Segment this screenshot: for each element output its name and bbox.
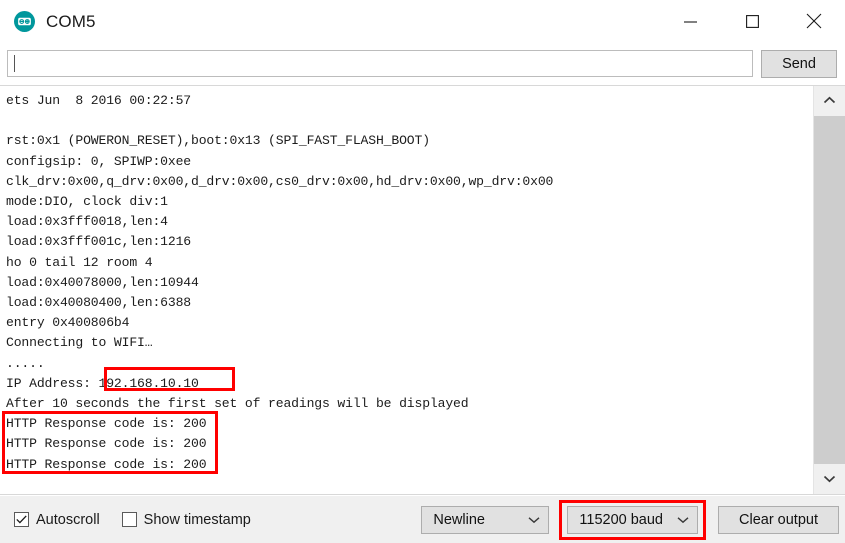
console-line: ..... <box>6 355 45 371</box>
title-bar: COM5 <box>0 0 845 42</box>
autoscroll-checkbox-box <box>14 512 29 527</box>
clear-output-button[interactable]: Clear output <box>718 505 839 534</box>
console-line: mode:DIO, clock div:1 <box>6 194 168 210</box>
console-scrollbar[interactable] <box>813 86 845 494</box>
console-line: ets Jun 8 2016 00:22:57 <box>6 93 191 108</box>
check-icon <box>16 511 27 529</box>
text-caret <box>14 55 15 72</box>
console-line: load:0x40078000,len:10944 <box>6 274 199 290</box>
console-line: clk_drv:0x00,q_drv:0x00,d_drv:0x00,cs0_d… <box>6 173 554 189</box>
console-line: IP Address: 192.168.10.10 <box>6 375 199 391</box>
serial-monitor-window: COM5 Send ets Jun 8 2016 00:22:57 rst:0x… <box>0 0 845 543</box>
show-timestamp-checkbox-box <box>121 512 137 527</box>
console-line: rst:0x1 (POWERON_RESET),boot:0x13 (SPI_F… <box>6 133 430 149</box>
console-line: Connecting to WIFI… <box>6 335 153 351</box>
console-line: load:0x3fff0018,len:4 <box>6 214 168 230</box>
autoscroll-label: Autoscroll <box>36 511 100 528</box>
console-line: load:0x40080400,len:6388 <box>6 295 191 311</box>
window-title: COM5 <box>46 11 96 31</box>
console-line: configsip: 0, SPIWP:0xee <box>6 153 191 169</box>
scrollbar-thumb[interactable] <box>814 116 845 464</box>
baud-rate-value: 115200 baud <box>579 511 663 528</box>
console-line: entry 0x400806b4 <box>6 315 130 331</box>
console-output[interactable]: ets Jun 8 2016 00:22:57 rst:0x1 (POWERON… <box>0 86 813 494</box>
console-line: After 10 seconds the first set of readin… <box>6 396 469 412</box>
window-controls <box>659 0 845 42</box>
maximize-icon <box>745 14 759 28</box>
chevron-down-icon <box>823 470 836 488</box>
baud-rate-dropdown[interactable]: 115200 baud <box>567 505 698 534</box>
chevron-down-icon <box>677 516 689 524</box>
minimize-button[interactable] <box>659 0 721 42</box>
console-line: load:0x3fff001c,len:1216 <box>6 234 191 250</box>
maximize-button[interactable] <box>721 0 783 42</box>
send-button[interactable]: Send <box>761 49 837 78</box>
send-row: Send <box>0 42 845 85</box>
console-line: ho 0 tail 12 room 4 <box>6 254 153 270</box>
bottom-toolbar: Autoscroll Show timestamp Newline 115200… <box>0 496 845 543</box>
console-line: HTTP Response code is: 200 <box>6 416 207 432</box>
chevron-down-icon <box>528 516 540 524</box>
send-input[interactable] <box>7 50 753 77</box>
line-ending-value: Newline <box>433 511 485 528</box>
close-button[interactable] <box>783 0 845 42</box>
close-icon <box>806 13 822 29</box>
arduino-logo-icon <box>14 10 35 32</box>
show-timestamp-checkbox[interactable]: Show timestamp <box>121 511 251 528</box>
baud-rate-annotation-box: 115200 baud <box>559 499 706 540</box>
title-bar-left: COM5 <box>0 0 659 42</box>
show-timestamp-label: Show timestamp <box>143 511 251 528</box>
scrollbar-up-button[interactable] <box>814 86 845 116</box>
line-ending-dropdown[interactable]: Newline <box>421 505 550 534</box>
console-area: ets Jun 8 2016 00:22:57 rst:0x1 (POWERON… <box>0 85 845 495</box>
autoscroll-checkbox[interactable]: Autoscroll <box>14 512 100 528</box>
scrollbar-down-button[interactable] <box>814 464 845 494</box>
console-line: HTTP Response code is: 200 <box>6 456 207 472</box>
minimize-icon <box>683 16 698 27</box>
scrollbar-track[interactable] <box>814 116 845 464</box>
chevron-up-icon <box>823 92 836 110</box>
console-line: HTTP Response code is: 200 <box>6 436 207 452</box>
